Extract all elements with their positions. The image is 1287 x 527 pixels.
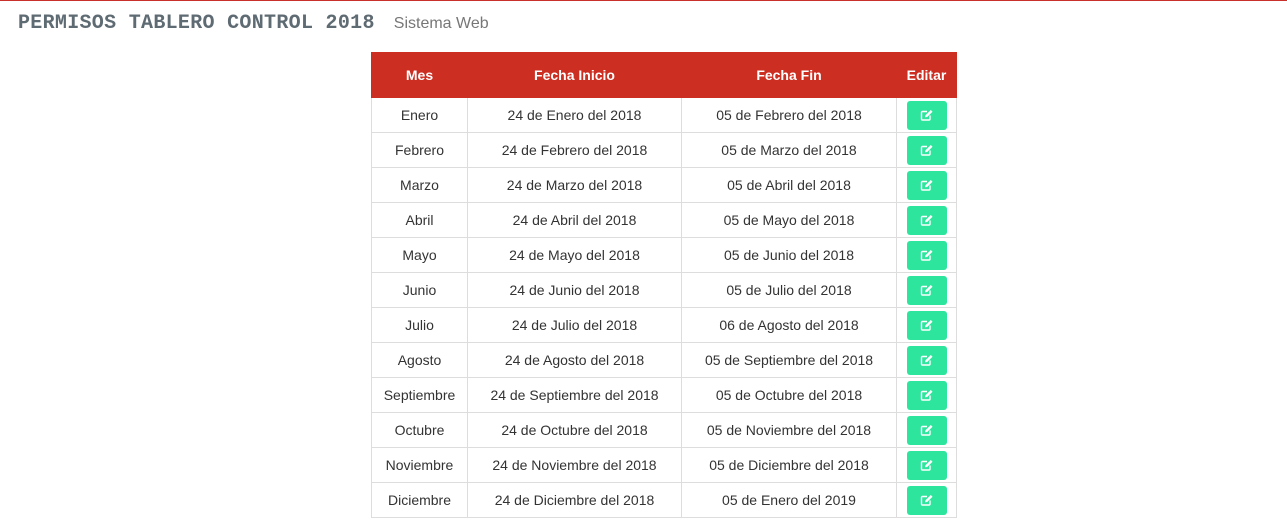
table-row: Octubre 24 de Octubre del 2018 05 de Novie… [371, 412, 957, 448]
end-date-cell: 05 de Marzo del 2018 [681, 132, 897, 168]
edit-cell [896, 132, 957, 168]
page-header: PERMISOS TABLERO CONTROL 2018 Sistema We… [18, 12, 489, 38]
edit-button[interactable] [906, 450, 947, 480]
month-cell: Abril [371, 202, 468, 238]
edit-cell [896, 202, 957, 238]
page-subtitle: Sistema Web [393, 15, 489, 32]
table-row: Mayo 24 de Mayo del 2018 05 de Junio del 2… [371, 237, 957, 273]
pencil-square-icon [920, 425, 932, 436]
table-row: Abril 24 de Abril del 2018 05 de Mayo del … [371, 202, 957, 238]
end-date-cell: 05 de Junio del 2018 [681, 237, 897, 273]
start-date-cell: 24 de Marzo del 2018 [467, 167, 682, 203]
start-date-cell: 24 de Octubre del 2018 [467, 412, 682, 448]
page-title: PERMISOS TABLERO CONTROL 2018 [18, 12, 375, 35]
month-cell: Febrero [371, 132, 468, 168]
permissions-table: Mes Fecha Inicio Fecha Fin Editar Enero 2… [371, 52, 957, 518]
edit-button[interactable] [906, 135, 947, 165]
column-header-fecha-fin: Fecha Fin [681, 52, 897, 98]
start-date-cell: 24 de Abril del 2018 [467, 202, 682, 238]
edit-button[interactable] [906, 380, 947, 410]
end-date-cell: 05 de Noviembre del 2018 [681, 412, 897, 448]
column-header-mes: Mes [371, 52, 468, 98]
table-header-row: Mes Fecha Inicio Fecha Fin Editar [371, 52, 957, 98]
edit-cell [896, 342, 957, 378]
month-cell: Noviembre [371, 447, 468, 483]
edit-cell [896, 377, 957, 413]
table-row: Julio 24 de Julio del 2018 06 de Agosto de… [371, 307, 957, 343]
table-row: Marzo 24 de Marzo del 2018 05 de Abril del… [371, 167, 957, 203]
edit-cell [896, 167, 957, 203]
end-date-cell: 05 de Febrero del 2018 [681, 97, 897, 133]
pencil-square-icon [920, 250, 932, 261]
edit-button[interactable] [906, 275, 947, 305]
pencil-square-icon [920, 460, 932, 471]
edit-cell [896, 447, 957, 483]
month-cell: Octubre [371, 412, 468, 448]
edit-button[interactable] [906, 170, 947, 200]
edit-button[interactable] [906, 415, 947, 445]
edit-button[interactable] [906, 240, 947, 270]
start-date-cell: 24 de Junio del 2018 [467, 272, 682, 308]
edit-cell [896, 482, 957, 518]
end-date-cell: 06 de Agosto del 2018 [681, 307, 897, 343]
table-row: Diciembre 24 de Diciembre del 2018 05 de E… [371, 482, 957, 518]
edit-button[interactable] [906, 100, 947, 130]
pencil-square-icon [920, 285, 932, 296]
end-date-cell: 05 de Mayo del 2018 [681, 202, 897, 238]
edit-button[interactable] [906, 345, 947, 375]
start-date-cell: 24 de Noviembre del 2018 [467, 447, 682, 483]
month-cell: Septiembre [371, 377, 468, 413]
month-cell: Julio [371, 307, 468, 343]
start-date-cell: 24 de Febrero del 2018 [467, 132, 682, 168]
end-date-cell: 05 de Julio del 2018 [681, 272, 897, 308]
pencil-square-icon [920, 145, 932, 156]
table-row: Enero 24 de Enero del 2018 05 de Febrero d… [371, 97, 957, 133]
table-row: Noviembre 24 de Noviembre del 2018 05 de D… [371, 447, 957, 483]
end-date-cell: 05 de Diciembre del 2018 [681, 447, 897, 483]
pencil-square-icon [920, 110, 932, 121]
end-date-cell: 05 de Octubre del 2018 [681, 377, 897, 413]
edit-button[interactable] [906, 205, 947, 235]
start-date-cell: 24 de Enero del 2018 [467, 97, 682, 133]
table-row: Septiembre 24 de Septiembre del 2018 05 de… [371, 377, 957, 413]
table-row: Febrero 24 de Febrero del 2018 05 de Marzo… [371, 132, 957, 168]
start-date-cell: 24 de Diciembre del 2018 [467, 482, 682, 518]
edit-button[interactable] [906, 485, 947, 515]
pencil-square-icon [920, 495, 932, 506]
edit-button[interactable] [906, 310, 947, 340]
end-date-cell: 05 de Abril del 2018 [681, 167, 897, 203]
month-cell: Enero [371, 97, 468, 133]
end-date-cell: 05 de Septiembre del 2018 [681, 342, 897, 378]
start-date-cell: 24 de Julio del 2018 [467, 307, 682, 343]
month-cell: Agosto [371, 342, 468, 378]
start-date-cell: 24 de Mayo del 2018 [467, 237, 682, 273]
month-cell: Marzo [371, 167, 468, 203]
start-date-cell: 24 de Agosto del 2018 [467, 342, 682, 378]
pencil-square-icon [920, 320, 932, 331]
table-body: Enero 24 de Enero del 2018 05 de Febrero d… [371, 97, 957, 518]
month-cell: Mayo [371, 237, 468, 273]
edit-cell [896, 412, 957, 448]
start-date-cell: 24 de Septiembre del 2018 [467, 377, 682, 413]
pencil-square-icon [920, 355, 932, 366]
pencil-square-icon [920, 180, 932, 191]
table-row: Agosto 24 de Agosto del 2018 05 de Septiem… [371, 342, 957, 378]
column-header-fecha-inicio: Fecha Inicio [467, 52, 682, 98]
pencil-square-icon [920, 390, 932, 401]
edit-cell [896, 307, 957, 343]
month-cell: Junio [371, 272, 468, 308]
edit-cell [896, 237, 957, 273]
pencil-square-icon [920, 215, 932, 226]
table-row: Junio 24 de Junio del 2018 05 de Julio del… [371, 272, 957, 308]
edit-cell [896, 272, 957, 308]
edit-cell [896, 97, 957, 133]
end-date-cell: 05 de Enero del 2019 [681, 482, 897, 518]
top-accent-line [0, 0, 1287, 1]
month-cell: Diciembre [371, 482, 468, 518]
column-header-editar: Editar [896, 52, 957, 98]
